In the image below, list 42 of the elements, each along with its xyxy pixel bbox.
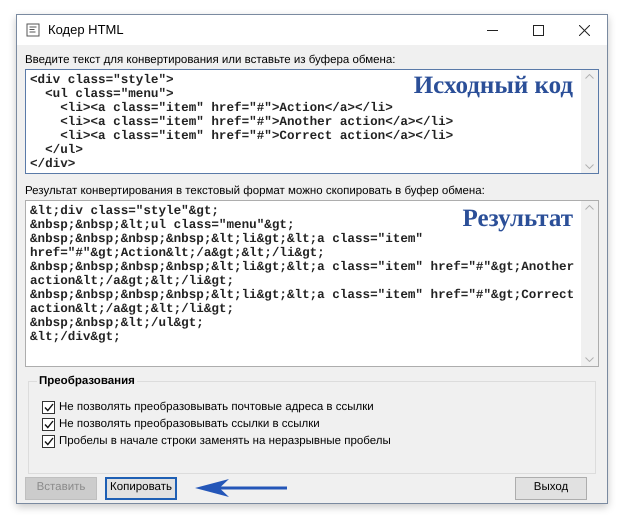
- code-line: &nbsp;&nbsp;&lt;/ul&gt;: [30, 316, 204, 330]
- code-line: &nbsp;&nbsp;&nbsp;&nbsp;&lt;li&gt;&lt;a class="item" href="#"&gt;Another: [30, 260, 574, 274]
- dialog-button[interactable]: Выход: [515, 476, 587, 500]
- checkbox-label: Пробелы в начале строки заменять на неразрывные пробелы: [59, 434, 391, 448]
- code-line: action&lt;/a&gt;&lt;/li&gt;: [30, 274, 234, 288]
- code-line: <li><a class="item" href="#">Another action</a></li>: [59, 115, 454, 129]
- annotation-label: Результат: [462, 204, 573, 234]
- checkbox-label: Не позволять преобразовывать ссылки в ссылки: [59, 417, 320, 431]
- scrollbar[interactable]: [581, 201, 598, 366]
- group-title: Преобразования: [37, 374, 137, 388]
- scroll-down-icon: [585, 357, 594, 362]
- checkbox[interactable]: [42, 400, 55, 414]
- close-icon: [578, 24, 590, 36]
- field-label: Результат конвертирования в текстовый формат можно скопировать в буфер обмена:: [25, 184, 486, 198]
- code-line: href="#"&gt;Action&lt;/a&gt;&lt;/li&gt;: [30, 246, 325, 260]
- field-label: Введите текст для конвертирования или вставьте из буфера обмена:: [25, 53, 396, 67]
- code-line: &nbsp;&nbsp;&nbsp;&nbsp;&lt;li&gt;&lt;a class="item": [30, 232, 423, 246]
- code-line: </div>: [30, 157, 76, 171]
- code-line: <div class="style">: [30, 73, 174, 87]
- code-line: <ul class="menu">: [44, 87, 174, 101]
- code-line: </ul>: [44, 143, 83, 157]
- checkbox[interactable]: [42, 434, 55, 448]
- code-line: &lt;div class="style"&gt;: [30, 204, 219, 218]
- window-title: Кодер HTML: [48, 21, 124, 40]
- code-line: action&lt;/a&gt;&lt;/li&gt;: [30, 302, 234, 316]
- scroll-up-icon: [585, 74, 594, 79]
- maximize-icon: [532, 24, 544, 36]
- scroll-down-icon: [585, 164, 594, 169]
- app-icon: [26, 23, 40, 37]
- code-line: &nbsp;&nbsp;&lt;ul class="menu"&gt;: [30, 218, 295, 232]
- scrollbar[interactable]: [581, 70, 598, 173]
- scroll-up-icon: [585, 205, 594, 210]
- result-text-area[interactable]: [25, 200, 599, 367]
- code-line: <li><a class="item" href="#">Correct action</a></li>: [59, 129, 454, 143]
- code-line: &nbsp;&nbsp;&nbsp;&nbsp;&lt;li&gt;&lt;a class="item" href="#"&gt;Correct: [30, 288, 574, 302]
- code-line: <li><a class="item" href="#">Action</a></li>: [59, 101, 393, 115]
- code-line: &lt;/div&gt;: [30, 330, 121, 344]
- annotation-label: Исходный код: [414, 71, 573, 101]
- source-text-area[interactable]: [25, 69, 599, 174]
- dialog-button[interactable]: Копировать: [105, 476, 177, 500]
- checkbox[interactable]: [42, 418, 55, 430]
- checkbox-label: Не позволять преобразовывать почтовые адреса в ссылки: [59, 400, 374, 414]
